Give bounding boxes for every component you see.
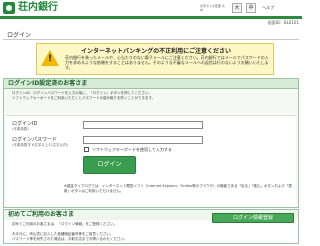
- software-keyboard-checkbox[interactable]: [84, 147, 89, 152]
- font-size-label: 文字サイズ変更 大 中: [200, 4, 225, 12]
- first-time-section: 初めてご利用のお客さま ログイン情報登録 初めてご利用のお客さまは、「ログイン情…: [3, 209, 299, 244]
- font-medium-button[interactable]: 中: [246, 3, 256, 13]
- login-id-label: ログインID: [12, 121, 38, 127]
- login-button[interactable]: ログイン: [83, 156, 136, 174]
- login-id-hint: (半角英数): [12, 127, 29, 131]
- font-large-button[interactable]: 大: [232, 3, 242, 13]
- login-id-input[interactable]: [83, 121, 203, 129]
- login-password-input[interactable]: [83, 136, 203, 144]
- bank-name: 荘内銀行: [18, 2, 58, 13]
- header: 荘内銀行 文字サイズ変更 大 中 大 中 ヘルプ: [0, 0, 302, 16]
- fraud-warning-box: ! インターネットバンキングの不正利用にご注意ください 荘内銀行を装ったメールや…: [36, 43, 274, 75]
- bank-logo[interactable]: 荘内銀行: [3, 2, 58, 14]
- page-title: ログイン: [7, 32, 32, 39]
- software-keyboard-label[interactable]: ソフトウェアキーボードを使用して入力する: [92, 147, 172, 153]
- bank-logo-icon: [3, 2, 15, 14]
- help-link[interactable]: ヘルプ: [262, 5, 274, 11]
- browser-note: ※認証ダイアログでは、インターネット閲覧ソフト（Internet Explore…: [64, 184, 292, 193]
- first-time-bullet-2: パスワード等を紛失された場合は、お取引店までお問い合わせください。: [12, 236, 128, 241]
- warning-body: 荘内銀行を装ったメールや、心当たりのない電子メールにご注意ください。荘内銀行では…: [65, 55, 269, 70]
- header-links: 文字サイズ変更 大 中 大 中 ヘルプ: [200, 3, 274, 13]
- first-time-text: 初めてご利用のお客さまは、「ログイン情報」をご登録ください。: [12, 222, 117, 226]
- login-form: ログインID (半角英数) ログインパスワード (半角英数字 6文字以上12文字…: [6, 115, 296, 207]
- sub-bar: 画面ID：BL0101: [0, 19, 302, 28]
- login-note-2: ソフトウェアキーボードをご利用いただくとパスワードの盗み取りを防ぐことができます…: [12, 95, 156, 100]
- page-title-bar: ログイン: [3, 29, 299, 40]
- warning-title: インターネットバンキングの不正利用にご注意ください: [81, 48, 232, 55]
- login-section: ログインID設定済のお客さま ログインID、ログインパスワードを入力の後に、「ロ…: [3, 78, 299, 208]
- login-password-label: ログインパスワード: [12, 137, 58, 143]
- register-login-info-button[interactable]: ログイン情報登録: [212, 213, 294, 223]
- screen-id: 画面ID：BL0101: [267, 20, 299, 25]
- first-time-bullets: お手元に、申込書に記入した各種暗証番号等をご用意ください。 パスワード等を紛失さ…: [12, 232, 292, 241]
- warning-exclamation: !: [48, 54, 53, 64]
- login-password-hint: (半角英数字 6文字以上12文字以内): [12, 143, 69, 147]
- login-section-title: ログインID設定済のお客さま: [4, 79, 298, 89]
- login-notes: ログインID、ログインパスワードを入力の後に、「ログイン」ボタンを押してください…: [12, 91, 292, 100]
